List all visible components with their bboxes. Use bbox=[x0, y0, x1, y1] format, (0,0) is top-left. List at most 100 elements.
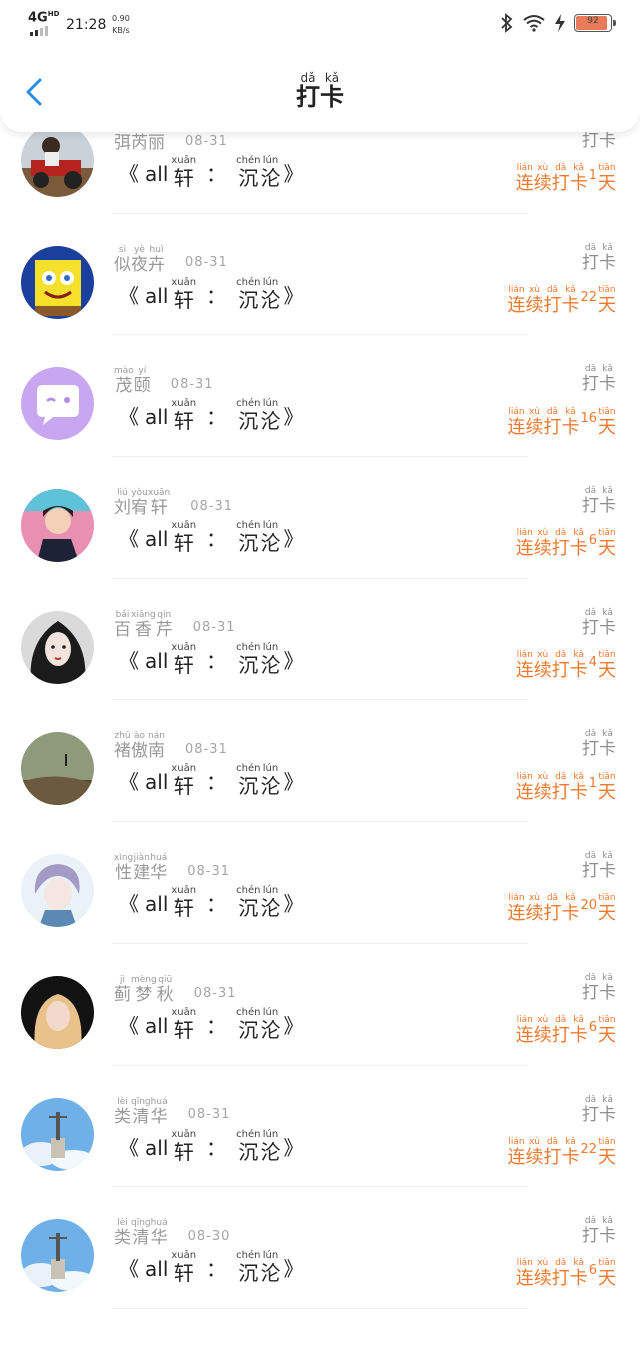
streak-char: dǎ 打 bbox=[543, 1136, 561, 1168]
hanzi: 沉 bbox=[238, 1261, 259, 1286]
book-char: lún 沦 bbox=[260, 155, 280, 189]
hanzi: 卡 bbox=[599, 374, 616, 395]
book-title[interactable]: 《 all xuān 轩 ： chén 沉 lún 沦》 bbox=[116, 1250, 306, 1284]
book-char: xuān 轩 bbox=[171, 398, 196, 432]
book-title[interactable]: 《 all xuān 轩 ： chén 沉 lún 沦》 bbox=[116, 1007, 306, 1041]
list-item[interactable]: bǎi 百 xiāng 香 qín 芹 08-31 《 all xuān 轩： chén 沉 lún 沦》 d… bbox=[0, 579, 640, 701]
hanzi: 傲 bbox=[131, 741, 148, 762]
user-name-char: nán 南 bbox=[148, 730, 165, 761]
avatar[interactable] bbox=[21, 124, 94, 197]
book-title[interactable]: 《 all xuān 轩 ： chén 沉 lún 沦》 bbox=[116, 277, 306, 311]
book-title[interactable]: 《 all xuān 轩 ： chén 沉 lún 沦》 bbox=[116, 1129, 306, 1163]
punch-char: dǎ打 bbox=[582, 972, 599, 1003]
wifi-icon bbox=[523, 15, 545, 32]
book-title[interactable]: 《 all xuān 轩 ： chén 沉 lún 沦》 bbox=[116, 642, 306, 676]
book-close-bracket: 》 bbox=[283, 405, 304, 430]
pinyin: lún bbox=[262, 276, 279, 288]
list-item[interactable]: lèi 类 qīng 清 huá 华 08-30 《 all xuān 轩 ： chén 沉 lún 沦》 dǎ… bbox=[0, 1187, 640, 1309]
list-item[interactable]: lèi 类 qīng 清 huá 华 08-31 《 all xuān 轩 ： chén 沉 lún 沦》 dǎ… bbox=[0, 1066, 640, 1188]
list-item[interactable]: mào 茂 yí 颐 08-31 《 all xuān 轩： chén 沉 lún 沦》 dǎ 打 kǎ 卡 li… bbox=[0, 335, 640, 457]
book-title[interactable]: 《 all xuān 轩 ： chén 沉 lún 沦》 bbox=[116, 520, 306, 554]
user-name-char: jiàn 建 bbox=[133, 852, 150, 883]
avatar[interactable] bbox=[21, 1097, 94, 1171]
list-item[interactable]: xìng 性 jiàn 建 huá 华 08-31 《 all xuān 轩 ： chén 沉 lún 沦》 d… bbox=[0, 822, 640, 944]
list-item[interactable]: liú 刘 yòu 宥 xuān 轩 08-31 《 all xuān 轩： chén 沉 lún 沦》 dǎ… bbox=[0, 457, 640, 579]
list-item[interactable]: zhǔ 褚 ào 傲 nán 南 08-31 《 all xuān 轩： chén 沉 lún 沦》 dǎ 打 k… bbox=[0, 700, 640, 822]
avatar[interactable] bbox=[21, 1219, 94, 1293]
user-name-char: qín 芹 bbox=[156, 609, 173, 640]
list-item[interactable]: sì 似 yè 夜 huì 卉 08-31 《 all xuān 轩： chén 沉 lún 沦》 dǎ 打 kǎ… bbox=[0, 214, 640, 336]
punch-char: dǎ打 bbox=[582, 1094, 599, 1125]
hanzi: 打 bbox=[582, 131, 599, 151]
streak-char: kǎ 卡 bbox=[561, 406, 579, 438]
punch-label: dǎ打kǎ卡 bbox=[582, 485, 616, 516]
streak-char: dǎ 打 bbox=[552, 771, 570, 803]
book-close-bracket: 》 bbox=[283, 283, 304, 308]
pinyin: huì bbox=[149, 244, 164, 255]
checkin-date: 08-31 bbox=[185, 742, 228, 758]
hanzi: 打 bbox=[551, 659, 570, 681]
book-prefix: all bbox=[145, 770, 169, 795]
status-bar: 4GHD 21:28 0.90 KB/s 92 bbox=[0, 0, 640, 52]
streak-days: 1 bbox=[588, 168, 597, 183]
avatar[interactable] bbox=[21, 854, 94, 928]
hanzi: 丽 bbox=[148, 133, 165, 153]
hanzi: 清 bbox=[132, 1106, 150, 1127]
hanzi: 卡 bbox=[599, 982, 616, 1003]
checkin-date: 08-31 bbox=[187, 1107, 231, 1123]
hanzi: 续 bbox=[533, 173, 552, 195]
book-title[interactable]: 《 all xuān 轩 ： chén 沉 lún 沦》 bbox=[116, 885, 306, 919]
avatar[interactable] bbox=[21, 732, 94, 806]
streak-char: xù 续 bbox=[534, 527, 552, 559]
hanzi: 南 bbox=[148, 741, 165, 762]
streak-badge: lián 连 xù 续 dǎ 打 kǎ 卡 1 tiān 天 bbox=[516, 158, 616, 194]
book-title[interactable]: 《 all xuān 轩 ： chén 沉 lún 沦》 bbox=[116, 398, 306, 432]
hanzi: 天 bbox=[598, 1025, 616, 1047]
book-title[interactable]: 《 all xuān 轩 ： chén 沉 lún 沦》 bbox=[116, 155, 306, 189]
hanzi: 建 bbox=[133, 863, 151, 884]
avatar[interactable] bbox=[21, 367, 94, 441]
user-name-char: lèi 类 bbox=[114, 1096, 131, 1127]
avatar[interactable] bbox=[21, 489, 94, 563]
streak-char: lián 连 bbox=[516, 649, 534, 681]
book-char: chén 沉 bbox=[236, 1250, 260, 1284]
hanzi: 打 bbox=[582, 374, 599, 395]
pinyin: xù bbox=[537, 771, 549, 782]
hanzi: 沉 bbox=[238, 774, 259, 799]
book-char: lún 沦 bbox=[260, 1129, 280, 1163]
streak-days: 16 bbox=[580, 411, 597, 427]
user-name-char: sì 似 bbox=[114, 244, 131, 275]
pinyin: dǎ bbox=[584, 242, 597, 253]
pinyin: lún bbox=[262, 641, 279, 653]
streak-badge: lián 连 xù 续 dǎ 打 kǎ 卡 20 tiān 天 bbox=[507, 888, 616, 924]
book-char: chén 沉 bbox=[236, 520, 260, 554]
user-name-char: mèng 梦 bbox=[131, 974, 157, 1005]
book-close-bracket: 》 bbox=[283, 527, 304, 552]
punch-char: kǎ卡 bbox=[599, 242, 616, 273]
title-char: kǎ 卡 bbox=[320, 72, 344, 110]
pinyin: lèi bbox=[117, 1096, 128, 1107]
page-title: dǎ 打 kǎ 卡 bbox=[296, 72, 344, 110]
pinyin: xù bbox=[528, 406, 540, 417]
hanzi: 沦 bbox=[260, 166, 281, 190]
list-item[interactable]: jì 蓟 mèng 梦 qiū 秋 08-31 《 all xuān 轩： chén 沉 lún 沦》 dǎ 打… bbox=[0, 944, 640, 1066]
streak-char: lián 连 bbox=[507, 1136, 525, 1168]
hanzi: 卡 bbox=[599, 496, 616, 517]
hanzi: 打 bbox=[582, 1104, 599, 1125]
hanzi: 沦 bbox=[260, 652, 281, 677]
hanzi: 褚 bbox=[114, 741, 131, 762]
hanzi: 续 bbox=[533, 659, 552, 681]
hanzi: 续 bbox=[533, 538, 552, 560]
hanzi: 卡 bbox=[599, 252, 616, 273]
avatar[interactable] bbox=[21, 245, 94, 319]
pinyin: kǎ bbox=[602, 1094, 613, 1105]
avatar[interactable] bbox=[21, 610, 94, 684]
streak-char: lián 连 bbox=[516, 1014, 534, 1046]
hanzi: 打 bbox=[551, 1268, 570, 1290]
checkin-date: 08-31 bbox=[193, 985, 237, 1001]
user-name-char: xìng 性 bbox=[114, 852, 133, 883]
book-title[interactable]: 《 all xuān 轩 ： chén 沉 lún 沦》 bbox=[116, 763, 306, 797]
avatar[interactable] bbox=[21, 975, 94, 1049]
checkin-date: 08-30 bbox=[187, 1228, 231, 1244]
hanzi: 连 bbox=[515, 173, 534, 195]
